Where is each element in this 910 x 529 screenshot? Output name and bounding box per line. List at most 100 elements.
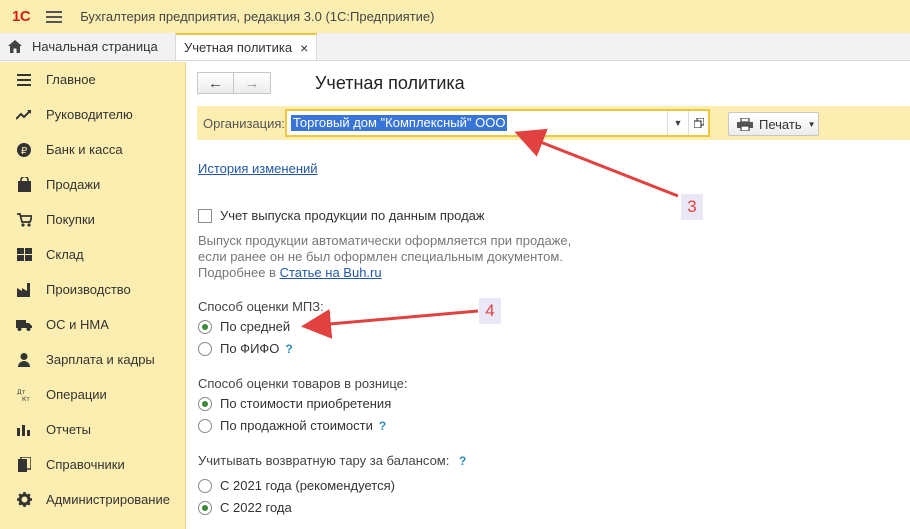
svg-text:Кт: Кт (22, 396, 30, 402)
production-by-sales-checkbox[interactable] (198, 208, 212, 223)
sidebar-item-label: Руководителю (46, 107, 133, 122)
sidebar-item-warehouse[interactable]: Склад (0, 237, 185, 272)
buh-article-link[interactable]: Статье на Buh.ru (280, 265, 382, 280)
production-by-sales-row[interactable]: Учет выпуска продукции по данным продаж (198, 208, 485, 223)
mpz-option-average[interactable]: По средней (198, 319, 290, 334)
bar-chart-icon (16, 422, 32, 438)
organization-bar: Организация: Торговый дом "Комплексный" … (197, 106, 910, 140)
radio-fifo[interactable] (198, 341, 212, 356)
print-button[interactable]: Печать ▼ (728, 112, 819, 136)
hint-line: если ранее он не был оформлен специальны… (198, 249, 563, 264)
printer-icon (737, 117, 753, 132)
radio-label: По средней (220, 319, 291, 334)
shopping-bag-icon (16, 177, 32, 193)
sidebar-item-production[interactable]: Производство (0, 272, 185, 307)
radio-sale-price[interactable] (198, 418, 212, 433)
sidebar-item-bank[interactable]: ₽ Банк и касса (0, 132, 185, 167)
sidebar-item-admin[interactable]: Администрирование (0, 482, 185, 517)
radio-average[interactable] (198, 319, 212, 334)
app-title: Бухгалтерия предприятия, редакция 3.0 (1… (80, 9, 435, 24)
sidebar-item-label: Производство (46, 282, 131, 297)
chevron-down-icon[interactable]: ▼ (667, 111, 688, 135)
retail-option-purchase-cost[interactable]: По стоимости приобретения (198, 396, 391, 411)
tara-option-2022[interactable]: С 2022 года (198, 500, 292, 515)
ruble-coin-icon: ₽ (16, 142, 32, 158)
tara-option-2021[interactable]: С 2021 года (рекомендуется) (198, 478, 395, 493)
sidebar-item-operations[interactable]: Дт Кт Операции (0, 377, 185, 412)
truck-icon (16, 317, 32, 333)
retail-method-label: Способ оценки товаров в рознице: (198, 376, 408, 391)
mpz-option-fifo[interactable]: По ФИФО ? (198, 341, 293, 356)
home-icon (8, 40, 22, 53)
radio-label: По стоимости приобретения (220, 396, 392, 411)
sidebar-item-label: Администрирование (46, 492, 170, 507)
tab-accounting-policy[interactable]: Учетная политика × (176, 33, 318, 60)
person-icon (16, 352, 32, 368)
sidebar-item-label: Отчеты (46, 422, 91, 437)
radio-2021[interactable] (198, 478, 212, 493)
cart-icon (16, 212, 32, 228)
print-button-label: Печать (759, 116, 802, 132)
menu-lines-icon (16, 72, 32, 88)
help-icon[interactable]: ? (379, 419, 386, 433)
sidebar-item-label: Справочники (46, 457, 125, 472)
hint-prefix: Подробнее в (198, 265, 280, 280)
hint-line: Выпуск продукции автоматически оформляет… (198, 233, 572, 248)
tab-accounting-policy-label: Учетная политика (184, 40, 293, 55)
tab-home-label: Начальная страница (32, 39, 158, 54)
radio-label: С 2021 года (рекомендуется) (220, 478, 395, 493)
sidebar-item-label: ОС и НМА (46, 317, 109, 332)
svg-text:Дт: Дт (17, 389, 26, 396)
trend-icon (16, 107, 32, 123)
gear-icon (16, 492, 32, 508)
main-content: ← → Учетная политика Организация: Торгов… (187, 62, 910, 529)
close-tab-icon[interactable]: × (300, 40, 308, 56)
radio-2022[interactable] (198, 500, 212, 515)
production-by-sales-label: Учет выпуска продукции по данным продаж (220, 208, 485, 223)
radio-label: По ФИФО (220, 341, 280, 356)
sidebar-item-manager[interactable]: Руководителю (0, 97, 185, 132)
radio-purchase-cost[interactable] (198, 396, 212, 411)
navigation-buttons: ← → (197, 72, 271, 94)
warehouse-icon (16, 247, 32, 263)
organization-field[interactable]: Торговый дом "Комплексный" ООО ▼ (285, 109, 710, 137)
sidebar-item-references[interactable]: Справочники (0, 447, 185, 482)
hint-text: Выпуск продукции автоматически оформляет… (198, 233, 618, 281)
help-icon[interactable]: ? (285, 342, 292, 356)
dt-kt-icon: Дт Кт (16, 387, 32, 403)
title-bar: 1С Бухгалтерия предприятия, редакция 3.0… (0, 0, 910, 33)
help-icon[interactable]: ? (459, 454, 466, 468)
returnable-tara-label: Учитывать возвратную тару за балансом: ? (198, 453, 466, 468)
hint-line: Подробнее в Статье на Buh.ru (198, 265, 618, 281)
organization-value[interactable]: Торговый дом "Комплексный" ООО (291, 115, 508, 131)
app-logo[interactable]: 1С (12, 8, 31, 25)
open-icon[interactable] (688, 111, 708, 135)
sidebar-item-main[interactable]: Главное (0, 62, 185, 97)
sidebar-item-salary[interactable]: Зарплата и кадры (0, 342, 185, 377)
tab-bar: Начальная страница Учетная политика × (0, 33, 910, 61)
sidebar-item-label: Главное (46, 72, 96, 87)
books-icon (16, 457, 32, 473)
sidebar-item-label: Операции (46, 387, 107, 402)
sidebar-item-label: Зарплата и кадры (46, 352, 155, 367)
chevron-down-icon: ▼ (807, 119, 816, 129)
sidebar-item-purchases[interactable]: Покупки (0, 202, 185, 237)
history-link[interactable]: История изменений (198, 161, 318, 176)
tab-home[interactable]: Начальная страница (0, 33, 176, 60)
sidebar-item-reports[interactable]: Отчеты (0, 412, 185, 447)
retail-option-sale-price[interactable]: По продажной стоимости ? (198, 418, 386, 433)
back-button[interactable]: ← (197, 72, 234, 94)
returnable-tara-text: Учитывать возвратную тару за балансом: (198, 453, 450, 468)
svg-text:₽: ₽ (21, 146, 28, 157)
forward-button[interactable]: → (234, 72, 271, 94)
annotation-badge-3: 3 (681, 194, 703, 220)
factory-icon (16, 282, 32, 298)
annotation-badge-4: 4 (479, 298, 501, 324)
sidebar-item-sales[interactable]: Продажи (0, 167, 185, 202)
sidebar-item-label: Банк и касса (46, 142, 123, 157)
mpz-method-label: Способ оценки МПЗ: (198, 299, 324, 314)
hamburger-menu-icon[interactable] (46, 10, 63, 23)
radio-label: По продажной стоимости (220, 418, 373, 433)
organization-label: Организация: (203, 116, 286, 131)
sidebar-item-fixed-assets[interactable]: ОС и НМА (0, 307, 185, 342)
